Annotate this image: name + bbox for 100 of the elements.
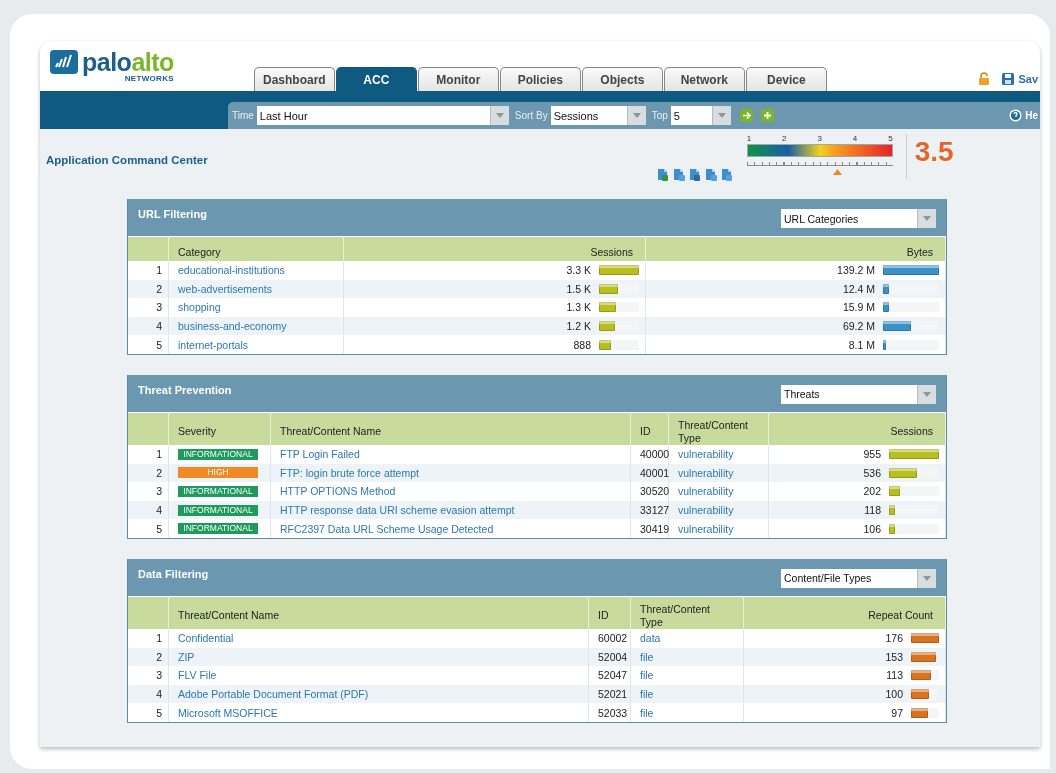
table-cell: 52033 bbox=[598, 706, 628, 719]
table-cell: 30520 bbox=[640, 485, 670, 498]
table-link[interactable]: HTTP OPTIONS Method bbox=[280, 485, 396, 498]
row-number: 1 bbox=[156, 264, 162, 277]
table-link[interactable]: ZIP bbox=[178, 650, 195, 663]
table-link[interactable]: file bbox=[640, 669, 654, 682]
nav-tab[interactable]: Monitor bbox=[417, 67, 499, 91]
severity-badge: INFORMATIONAL bbox=[178, 485, 258, 497]
document-icon[interactable] bbox=[703, 168, 718, 182]
help-link[interactable]: He bbox=[1025, 110, 1038, 121]
logo-icon bbox=[50, 50, 78, 74]
scale-label: 5 bbox=[888, 134, 893, 143]
row-number: 5 bbox=[156, 706, 162, 719]
row-number: 3 bbox=[156, 485, 162, 498]
column-header[interactable]: Threat/Content Type bbox=[678, 418, 756, 445]
table-cell: 12.4 M bbox=[842, 282, 875, 295]
scale-label: 2 bbox=[782, 134, 787, 143]
document-icon[interactable] bbox=[719, 168, 734, 182]
column-header[interactable]: Sessions bbox=[890, 425, 933, 439]
table-link[interactable]: web-advertisements bbox=[178, 282, 272, 295]
table-link[interactable]: file bbox=[640, 688, 654, 700]
table-cell: 118 bbox=[864, 504, 881, 517]
table-link[interactable]: business-and-economy bbox=[178, 320, 287, 333]
scale-label: 4 bbox=[852, 134, 858, 143]
table-link[interactable]: educational-institutions bbox=[178, 264, 285, 277]
document-icon[interactable] bbox=[687, 168, 702, 182]
table-link[interactable]: FTP: login brute force attempt bbox=[280, 466, 419, 479]
table-link[interactable]: Microsoft MSOFFICE bbox=[178, 706, 278, 719]
table-link[interactable]: vulnerability bbox=[678, 448, 734, 461]
column-header[interactable]: Sessions bbox=[590, 245, 633, 259]
help-icon[interactable] bbox=[1009, 109, 1023, 122]
nav-tab[interactable]: ACC bbox=[335, 67, 417, 91]
lock-icon[interactable] bbox=[978, 72, 991, 85]
panel-title: Data Filtering bbox=[138, 567, 209, 582]
logo-wordmark: paloalto bbox=[82, 50, 174, 74]
column-header[interactable]: Bytes bbox=[906, 245, 933, 259]
table-cell: 15.9 M bbox=[842, 301, 875, 314]
table-link[interactable]: vulnerability bbox=[678, 504, 734, 517]
table-link[interactable]: vulnerability bbox=[678, 522, 734, 535]
column-header[interactable]: Severity bbox=[178, 425, 216, 439]
column-header[interactable]: Threat/Content Name bbox=[178, 609, 279, 623]
nav-tab[interactable]: Network bbox=[663, 67, 745, 91]
nav-tab[interactable]: Dashboard bbox=[253, 67, 335, 91]
row-number: 2 bbox=[156, 282, 162, 295]
nav-tab[interactable]: Policies bbox=[499, 67, 581, 91]
table-cell: 139.2 M bbox=[837, 264, 875, 277]
table-link[interactable]: RFC2397 Data URL Scheme Usage Detected bbox=[280, 522, 494, 535]
table-cell: 52021 bbox=[598, 688, 628, 700]
save-link[interactable]: Sav bbox=[1018, 72, 1038, 85]
arrow-right-icon[interactable] bbox=[739, 109, 753, 122]
top-dropdown[interactable]: 5 bbox=[670, 106, 731, 125]
row-number: 1 bbox=[156, 448, 162, 461]
save-icon[interactable] bbox=[1002, 72, 1015, 85]
sort-label: Sort By bbox=[514, 110, 548, 121]
panel-dropdown[interactable]: Threats bbox=[781, 384, 936, 404]
row-number: 4 bbox=[156, 504, 162, 517]
document-icon[interactable] bbox=[655, 168, 670, 182]
row-number: 4 bbox=[156, 688, 162, 700]
sort-dropdown[interactable]: Sessions bbox=[550, 106, 646, 125]
table-link[interactable]: Confidential bbox=[178, 632, 234, 645]
column-header[interactable]: ID bbox=[640, 425, 651, 439]
table-cell: 955 bbox=[863, 448, 881, 461]
risk-score: 3.5 bbox=[905, 134, 954, 179]
table-link[interactable]: data bbox=[640, 632, 661, 645]
row-number: 1 bbox=[156, 632, 162, 645]
table-link[interactable]: shopping bbox=[178, 301, 221, 314]
table-link[interactable]: vulnerability bbox=[678, 485, 734, 498]
row-number: 5 bbox=[156, 522, 162, 535]
logo-tagline: NETWORKS bbox=[124, 74, 174, 83]
table-cell: 1.2 K bbox=[566, 320, 591, 333]
nav-tab[interactable]: Device bbox=[745, 67, 827, 91]
nav-tab[interactable]: Objects bbox=[581, 67, 663, 91]
panel-title: Threat Prevention bbox=[138, 383, 232, 398]
table-cell: 106 bbox=[863, 522, 881, 535]
table-link[interactable]: HTTP response data URI scheme evasion attempt bbox=[280, 504, 515, 517]
column-header[interactable]: Category bbox=[178, 245, 221, 259]
table-link[interactable]: file bbox=[640, 650, 654, 663]
table-cell: 3.3 K bbox=[566, 264, 591, 277]
table-cell: 202 bbox=[863, 485, 881, 498]
table-link[interactable]: vulnerability bbox=[678, 466, 734, 479]
table-cell: 8.1 M bbox=[848, 338, 875, 351]
table-link[interactable]: FLV File bbox=[178, 669, 217, 682]
table-link[interactable]: FTP Login Failed bbox=[280, 448, 360, 461]
panel-dropdown[interactable]: Content/File Types bbox=[781, 568, 936, 588]
plus-icon[interactable] bbox=[760, 109, 774, 122]
table-cell: 1.5 K bbox=[566, 282, 591, 295]
column-header[interactable]: Threat/Content Type bbox=[640, 602, 731, 629]
column-header[interactable]: ID bbox=[598, 609, 609, 623]
row-number: 2 bbox=[156, 650, 162, 663]
table-cell: 40000 bbox=[640, 448, 670, 461]
row-number: 2 bbox=[156, 466, 162, 479]
time-dropdown[interactable]: Last Hour bbox=[256, 106, 509, 125]
table-link[interactable]: file bbox=[640, 706, 654, 719]
table-link[interactable]: Adobe Portable Document Format (PDF) bbox=[178, 688, 369, 700]
table-cell: 536 bbox=[863, 466, 881, 479]
table-link[interactable]: internet-portals bbox=[178, 338, 249, 351]
panel-dropdown[interactable]: URL Categories bbox=[781, 209, 936, 228]
document-icon[interactable] bbox=[671, 168, 686, 182]
column-header[interactable]: Threat/Content Name bbox=[280, 425, 381, 439]
column-header[interactable]: Repeat Count bbox=[868, 609, 933, 623]
